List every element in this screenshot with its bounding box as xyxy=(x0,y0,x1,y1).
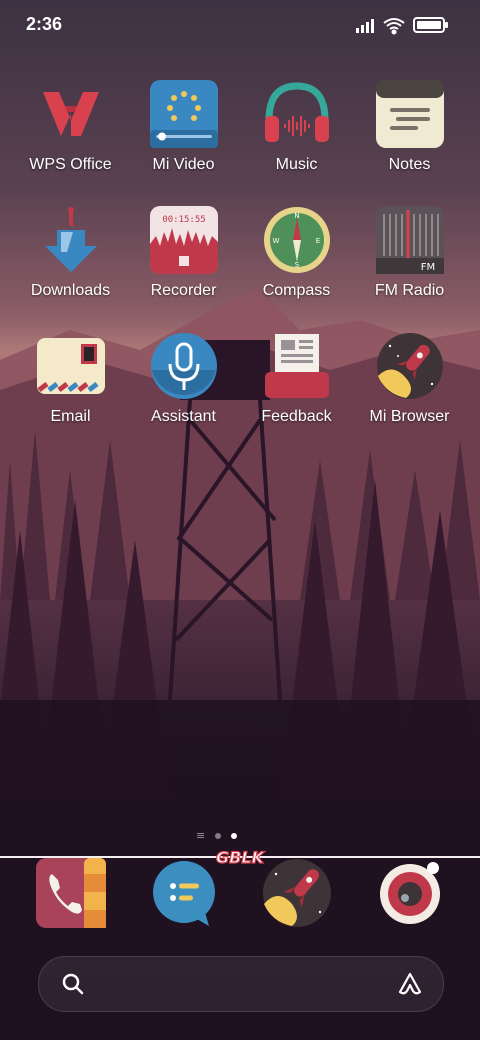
notes-icon xyxy=(375,80,444,148)
app-label: Feedback xyxy=(261,408,332,425)
app-mi-video[interactable]: Mi Video xyxy=(127,80,240,174)
assistant-shortcut-icon[interactable] xyxy=(397,971,423,997)
app-label: FM Radio xyxy=(374,282,445,299)
app-label: Assistant xyxy=(151,408,216,425)
wifi-icon xyxy=(383,18,405,35)
app-wps-office[interactable]: WPS Office xyxy=(14,80,127,174)
status-icons xyxy=(356,17,448,35)
app-label: Compass xyxy=(262,282,331,299)
app-feedback[interactable]: Feedback xyxy=(240,332,353,426)
compass-icon: N E S W xyxy=(263,206,331,274)
signal-icon xyxy=(356,19,374,33)
dock-camera[interactable] xyxy=(353,858,466,928)
page-dot-active[interactable] xyxy=(231,833,238,839)
app-label: Notes xyxy=(388,156,431,173)
app-notes[interactable]: Notes xyxy=(353,80,466,174)
recorder-icon: 00:15:55 xyxy=(149,206,218,274)
mi-browser-icon xyxy=(376,332,444,400)
watermark-text: GBLK xyxy=(216,848,266,866)
compass-letter-n: N xyxy=(294,212,299,220)
dock-browser[interactable] xyxy=(240,858,353,928)
phone-icon xyxy=(35,858,106,928)
browser-icon xyxy=(262,858,332,928)
app-email[interactable]: Email xyxy=(14,332,127,426)
fm-radio-badge: FM xyxy=(420,262,434,273)
dock-phone[interactable] xyxy=(14,858,127,928)
status-time: 2:36 xyxy=(26,14,63,34)
app-assistant[interactable]: Assistant xyxy=(127,332,240,426)
search-icon xyxy=(62,973,84,995)
app-mi-browser[interactable]: Mi Browser xyxy=(353,332,466,426)
wps-office-icon xyxy=(37,80,105,148)
page-indicator[interactable]: ≡ xyxy=(196,830,286,842)
compass-letter-e: E xyxy=(315,237,319,245)
feedback-icon xyxy=(263,332,331,400)
app-fm-radio[interactable]: FM FM Radio xyxy=(353,206,466,300)
compass-letter-w: W xyxy=(272,237,279,245)
watermark: GBLK xyxy=(215,848,266,866)
dock-messaging[interactable] xyxy=(127,858,240,928)
app-label: Email xyxy=(50,408,91,425)
status-bar: 2:36 xyxy=(0,0,480,50)
page-dot[interactable] xyxy=(215,833,222,839)
mi-video-icon xyxy=(149,80,218,148)
app-compass[interactable]: N E S W Compass xyxy=(240,206,353,300)
messaging-icon xyxy=(149,858,219,928)
fm-radio-icon: FM xyxy=(375,206,444,274)
app-recorder[interactable]: 00:15:55 Recorder xyxy=(127,206,240,300)
app-music[interactable]: Music xyxy=(240,80,353,174)
app-label: Mi Browser xyxy=(369,408,450,425)
app-label: Recorder xyxy=(150,282,217,299)
app-label: Mi Video xyxy=(152,156,215,173)
assistant-icon xyxy=(150,332,218,400)
battery-icon xyxy=(413,17,448,33)
app-downloads[interactable]: Downloads xyxy=(14,206,127,300)
recorder-timer: 00:15:55 xyxy=(162,215,205,225)
app-grid: WPS Office Mi Video Music Notes Download… xyxy=(14,80,466,426)
camera-icon xyxy=(375,858,445,928)
menu-lines-icon: ≡ xyxy=(196,829,206,842)
email-icon xyxy=(36,332,105,400)
app-label: Downloads xyxy=(30,282,111,299)
compass-letter-s: S xyxy=(294,261,299,269)
dock xyxy=(14,858,466,928)
music-icon xyxy=(263,80,331,148)
app-label: Music xyxy=(275,156,318,173)
app-label: WPS Office xyxy=(29,156,112,173)
downloads-icon xyxy=(37,206,105,274)
search-bar[interactable] xyxy=(38,956,444,1012)
